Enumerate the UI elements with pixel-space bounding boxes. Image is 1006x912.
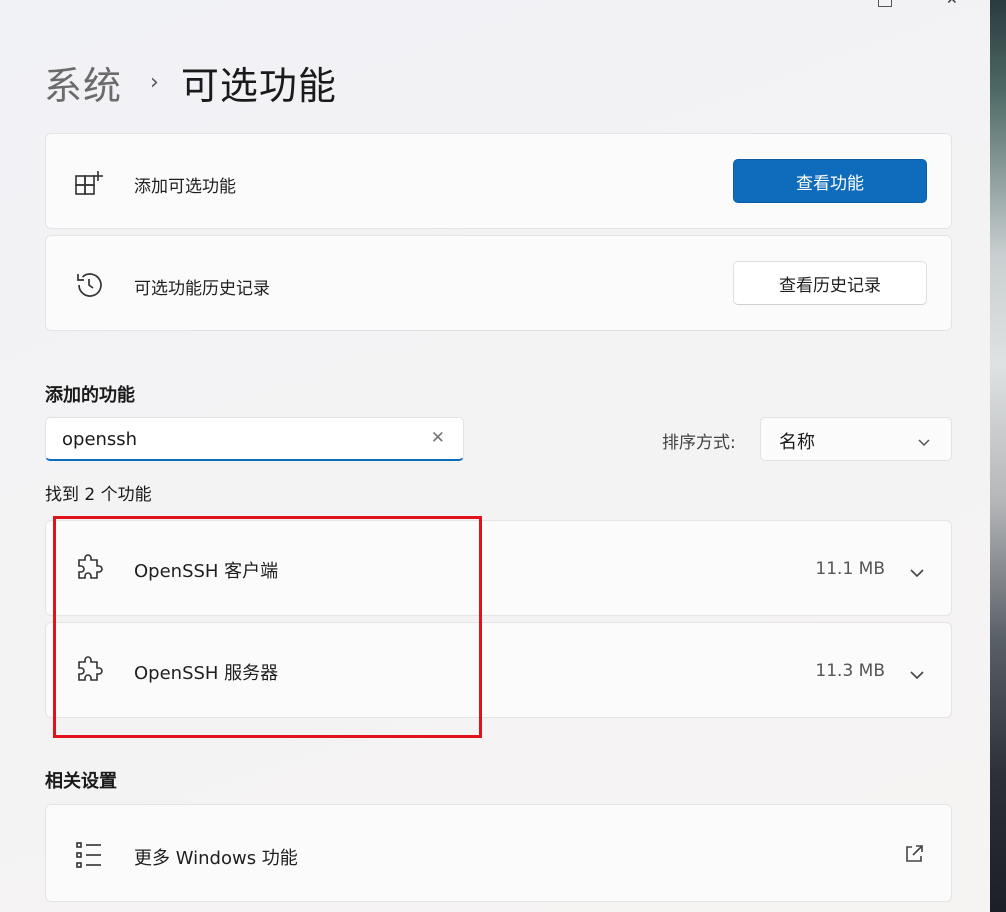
clear-icon[interactable]: ✕	[431, 428, 445, 448]
add-feature-card: 添加可选功能 查看功能	[45, 133, 952, 229]
sort-value: 名称	[779, 432, 815, 453]
maximize-icon[interactable]	[878, 0, 892, 7]
list-icon	[74, 840, 104, 870]
external-link-icon	[903, 843, 925, 869]
feature-name: OpenSSH 客户端	[134, 561, 279, 582]
close-icon[interactable]: ✕	[946, 0, 960, 8]
add-grid-icon	[74, 168, 104, 198]
more-windows-features-card[interactable]: 更多 Windows 功能	[45, 804, 952, 902]
page-title: 可选功能	[180, 63, 337, 108]
chevron-down-icon	[917, 433, 931, 452]
history-icon	[74, 270, 104, 300]
feature-size: 11.3 MB	[815, 661, 885, 681]
puzzle-icon	[74, 554, 104, 584]
breadcrumb-separator: ›	[150, 69, 159, 95]
chevron-down-icon[interactable]	[909, 665, 925, 684]
desktop-background	[990, 0, 1006, 912]
search-box: ✕	[45, 417, 464, 461]
feature-size: 11.1 MB	[815, 559, 885, 579]
breadcrumb-system[interactable]: 系统	[44, 55, 122, 110]
puzzle-icon	[74, 656, 104, 686]
feature-item-openssh-server[interactable]: OpenSSH 服务器 11.3 MB	[45, 622, 952, 718]
feature-name: OpenSSH 服务器	[134, 663, 279, 684]
view-history-button[interactable]: 查看历史记录	[733, 261, 927, 305]
feature-history-card: 可选功能历史记录 查看历史记录	[45, 235, 952, 331]
search-input[interactable]	[60, 426, 414, 452]
feature-item-openssh-client[interactable]: OpenSSH 客户端 11.1 MB	[45, 520, 952, 616]
breadcrumb: 系统 › 可选功能	[44, 58, 337, 108]
related-settings-heading: 相关设置	[45, 771, 117, 792]
feature-history-label: 可选功能历史记录	[134, 279, 270, 299]
result-count: 找到 2 个功能	[45, 485, 152, 505]
more-windows-features-label: 更多 Windows 功能	[134, 848, 298, 869]
sort-label: 排序方式:	[662, 433, 736, 453]
chevron-down-icon[interactable]	[909, 563, 925, 582]
add-feature-label: 添加可选功能	[134, 177, 236, 197]
settings-window: ✕ 系统 › 可选功能 添加可选功能 查看功能 可选功能历史记录 查看历史记录	[0, 0, 990, 912]
added-features-heading: 添加的功能	[45, 385, 135, 406]
view-features-button[interactable]: 查看功能	[733, 159, 927, 203]
sort-dropdown[interactable]: 名称	[760, 417, 952, 461]
